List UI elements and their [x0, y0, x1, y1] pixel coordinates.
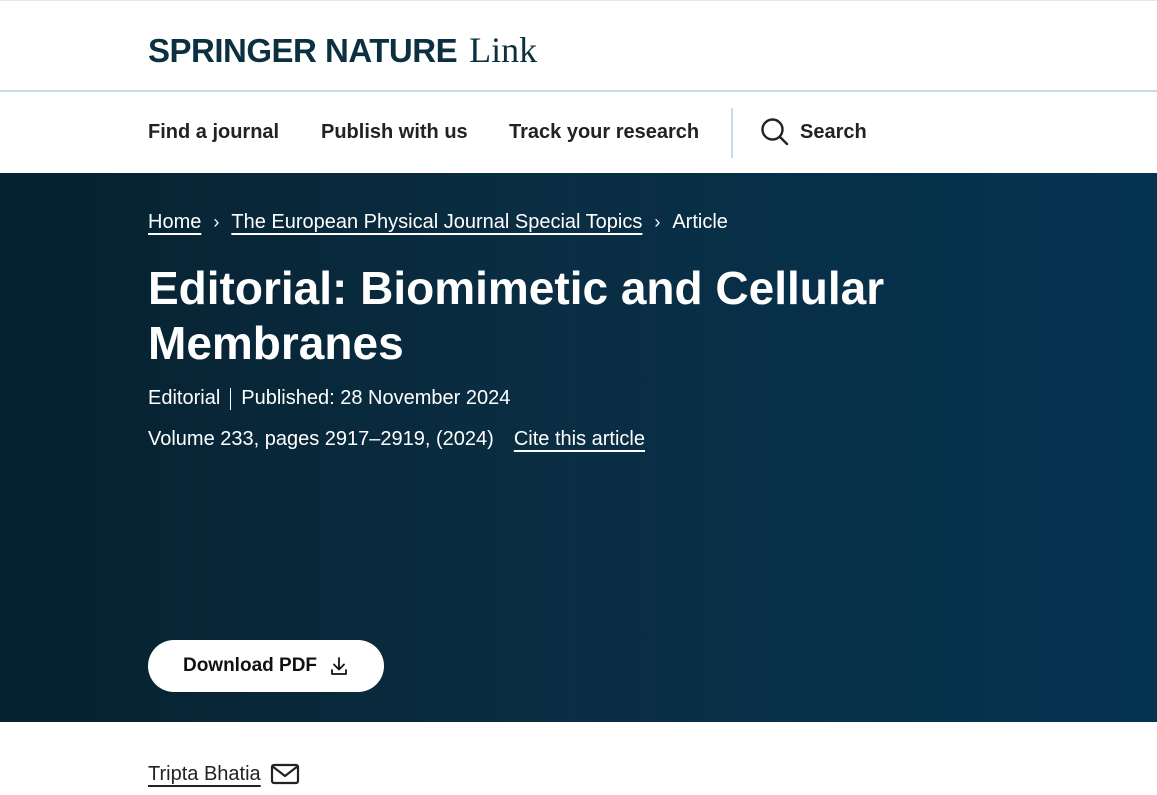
nav-track-your-research[interactable]: Track your research	[509, 121, 699, 144]
nav-publish-with-us[interactable]: Publish with us	[321, 121, 468, 144]
article-type: Editorial	[148, 387, 221, 409]
logo-link-text: Link	[469, 30, 538, 70]
article-meta: Editorial Published: 28 November 2024	[148, 387, 510, 410]
article-hero: Home › The European Physical Journal Spe…	[0, 173, 1157, 722]
article-title: Editorial: Biomimetic and Cellular Membr…	[148, 262, 885, 369]
site-header: SPRINGER NATURE Link	[0, 0, 1157, 92]
article-citation-info: Volume 233, pages 2917–2919, (2024) Cite…	[148, 428, 645, 451]
volume-info: Volume 233, pages 2917–2919, (2024)	[148, 428, 494, 450]
search-button[interactable]: Search	[760, 117, 867, 147]
springer-nature-link-logo[interactable]: SPRINGER NATURE Link	[148, 29, 537, 71]
breadcrumb-current: Article	[672, 211, 728, 233]
breadcrumb-home[interactable]: Home	[148, 211, 201, 234]
download-pdf-label: Download PDF	[182, 655, 318, 676]
cite-this-article-link[interactable]: Cite this article	[514, 428, 645, 451]
nav-divider	[731, 108, 733, 158]
meta-divider	[230, 387, 232, 410]
logo-main-text: SPRINGER NATURE	[148, 32, 458, 69]
author-name-link[interactable]: Tripta Bhatia	[148, 763, 261, 786]
search-label: Search	[800, 120, 867, 143]
breadcrumb: Home › The European Physical Journal Spe…	[148, 211, 728, 234]
nav-find-a-journal[interactable]: Find a journal	[148, 121, 279, 144]
published-date: Published: 28 November 2024	[241, 387, 511, 409]
chevron-right-icon: ›	[213, 212, 220, 232]
author-row: Tripta Bhatia	[148, 762, 300, 786]
chevron-right-icon: ›	[654, 212, 661, 232]
breadcrumb-journal[interactable]: The European Physical Journal Special To…	[231, 211, 642, 234]
search-icon	[761, 118, 789, 146]
mail-icon[interactable]	[270, 762, 300, 786]
download-pdf-button[interactable]: Download PDF	[148, 640, 384, 692]
download-icon	[331, 657, 347, 675]
main-nav: Find a journal Publish with us Track you…	[0, 93, 1157, 173]
